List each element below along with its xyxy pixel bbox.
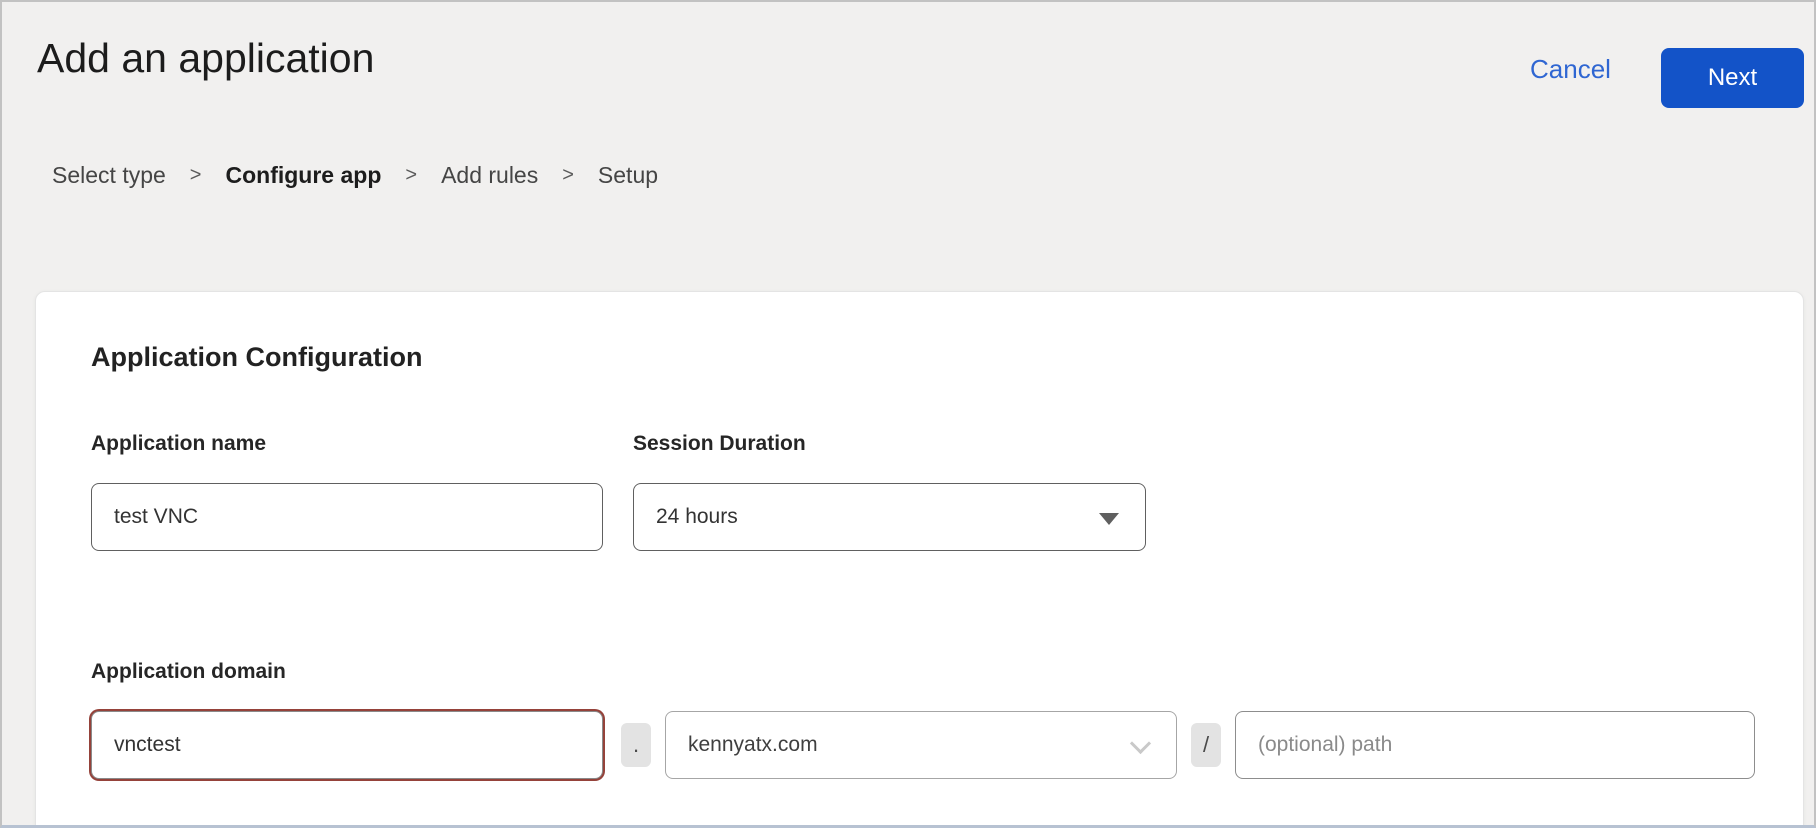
breadcrumb-separator: > xyxy=(405,164,417,187)
dot-separator: . xyxy=(621,723,651,767)
page-title: Add an application xyxy=(37,35,374,82)
path-input[interactable] xyxy=(1235,711,1755,779)
slash-separator: / xyxy=(1191,723,1221,767)
breadcrumb-separator: > xyxy=(190,164,202,187)
session-duration-select[interactable]: 24 hours xyxy=(633,483,1146,551)
caret-down-icon xyxy=(1099,513,1119,525)
breadcrumb-step-add-rules[interactable]: Add rules xyxy=(441,162,538,189)
application-name-label: Application name xyxy=(91,432,266,456)
subdomain-input[interactable] xyxy=(91,711,603,779)
application-name-input[interactable] xyxy=(91,483,603,551)
breadcrumb-step-select-type[interactable]: Select type xyxy=(52,162,166,189)
domain-select[interactable]: kennyatx.com xyxy=(665,711,1177,779)
session-duration-value: 24 hours xyxy=(656,505,738,529)
next-button[interactable]: Next xyxy=(1661,48,1804,108)
application-configuration-card: Application Configuration Application na… xyxy=(35,291,1804,828)
add-application-page: Add an application Cancel Next Select ty… xyxy=(0,0,1816,828)
breadcrumb-separator: > xyxy=(562,164,574,187)
application-domain-label: Application domain xyxy=(91,660,286,684)
cancel-button[interactable]: Cancel xyxy=(1530,54,1611,85)
session-duration-label: Session Duration xyxy=(633,432,806,456)
breadcrumb: Select type > Configure app > Add rules … xyxy=(52,162,658,189)
breadcrumb-step-setup[interactable]: Setup xyxy=(598,162,658,189)
chevron-down-icon xyxy=(1130,733,1151,754)
domain-select-value: kennyatx.com xyxy=(688,733,818,757)
breadcrumb-step-configure-app[interactable]: Configure app xyxy=(225,162,381,189)
section-title: Application Configuration xyxy=(91,342,422,373)
